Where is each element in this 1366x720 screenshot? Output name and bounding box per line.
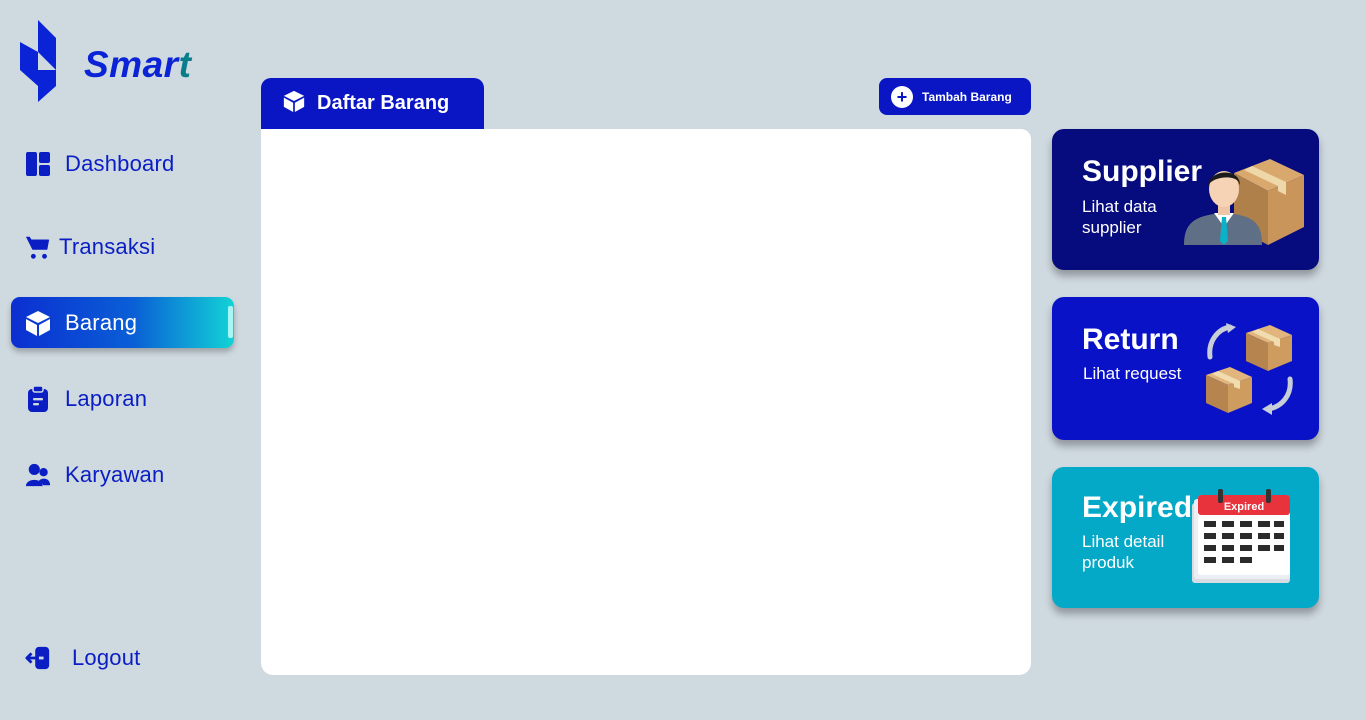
logo-text: Smart [84, 44, 192, 85]
card-description: Lihat detail produk [1082, 532, 1165, 572]
sidebar-item-barang[interactable]: Barang [11, 297, 234, 348]
expired-card[interactable]: Expired Lihat detail produk Expired [1052, 467, 1319, 608]
add-item-label: Tambah Barang [922, 89, 1012, 104]
sidebar-item-transaksi[interactable]: Transaksi [11, 221, 234, 272]
supplier-person-box-icon [1184, 159, 1304, 245]
logout-label: Logout [72, 644, 141, 670]
logo-mark-icon [20, 20, 56, 102]
dashboard-icon [25, 151, 51, 177]
card-description: Lihat request [1083, 364, 1182, 383]
box-icon [25, 310, 51, 336]
sidebar-item-label: Barang [65, 309, 138, 335]
sidebar-item-label: Laporan [65, 385, 148, 411]
return-card[interactable]: Return Lihat request [1052, 297, 1319, 440]
app-logo: Smart [18, 20, 218, 104]
add-item-button[interactable]: + Tambah Barang [879, 78, 1031, 115]
logout-button[interactable]: Logout [11, 632, 234, 683]
plus-icon: + [891, 85, 913, 108]
sidebar-item-karyawan[interactable]: Karyawan [11, 449, 234, 500]
users-icon [25, 462, 51, 488]
clipboard-icon [25, 384, 51, 412]
return-boxes-icon [1206, 323, 1293, 415]
logout-icon [25, 645, 51, 671]
box-icon [283, 90, 305, 117]
calendar-icon: Expired [1192, 489, 1290, 583]
sidebar-item-label: Transaksi [59, 233, 156, 259]
cart-icon [25, 234, 51, 260]
card-title: Return [1082, 323, 1179, 356]
sidebar-item-label: Dashboard [65, 150, 175, 176]
supplier-card[interactable]: Supplier Lihat data supplier [1052, 129, 1319, 270]
card-title: Expired [1082, 491, 1193, 524]
sidebar-item-dashboard[interactable]: Dashboard [11, 138, 234, 189]
calendar-label: Expired [1224, 501, 1264, 513]
item-list-panel [261, 129, 1031, 675]
sidebar-item-label: Karyawan [65, 461, 165, 487]
tab-label: Daftar Barang [317, 92, 450, 114]
tab-daftar-barang[interactable]: Daftar Barang [261, 78, 484, 129]
sidebar-item-laporan[interactable]: Laporan [11, 373, 234, 424]
